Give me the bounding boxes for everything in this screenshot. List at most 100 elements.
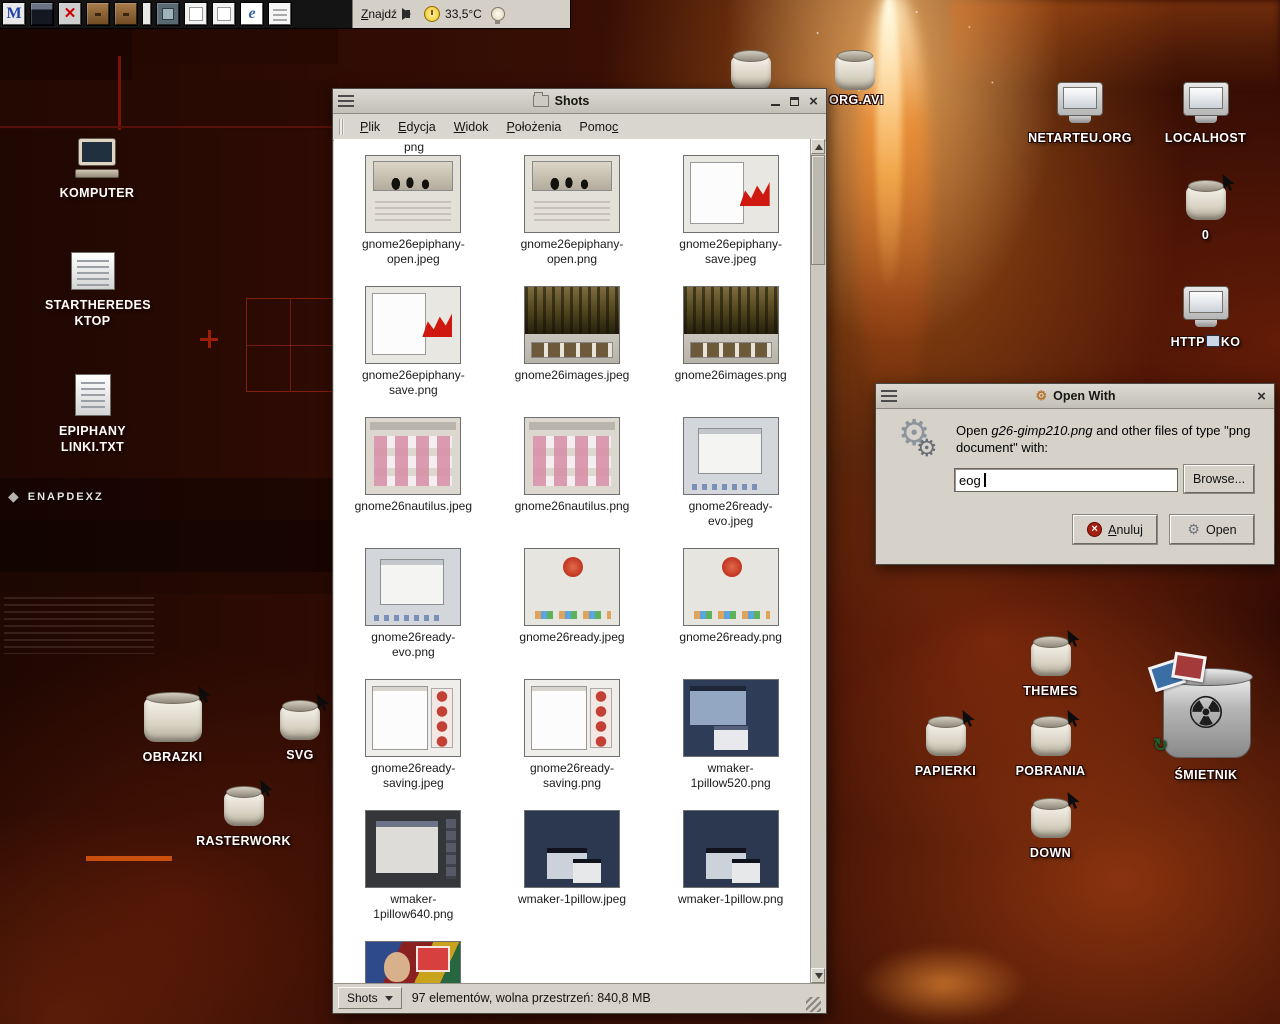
drawer-icon[interactable]	[86, 2, 110, 26]
desktop-icon-label: 0	[1178, 227, 1233, 243]
find-menu[interactable]: Znajdź	[361, 7, 397, 21]
shots-window: Shots Plik Edycja Widok Położenia Pomoc …	[332, 88, 827, 1014]
file-name: gnome26ready-saving.png	[513, 761, 631, 791]
desktop-icon-label-orgavi[interactable]: ORG.AVI	[829, 93, 884, 107]
dialog-titlebar[interactable]: Open With	[876, 384, 1274, 409]
scroll-up-arrow[interactable]	[811, 139, 825, 154]
file-thumbnail	[524, 417, 620, 495]
open-button[interactable]: Open	[1170, 515, 1254, 544]
file-item[interactable]: gnome26images.jpeg	[497, 286, 647, 405]
file-thumbnail	[365, 679, 461, 757]
desktop-icon-enapdexz[interactable]: ENAPDEXZ	[8, 488, 104, 506]
window-launcher-icon[interactable]	[184, 2, 208, 26]
window-menu-icon[interactable]	[881, 390, 897, 402]
close-button[interactable]	[806, 94, 821, 109]
minimize-button[interactable]	[768, 94, 783, 109]
mini-window-icon	[1206, 335, 1220, 347]
file-item[interactable]: gnome26ready-saving.jpeg	[338, 679, 488, 798]
shots-titlebar[interactable]: Shots	[333, 89, 826, 114]
close-button[interactable]	[1254, 389, 1269, 404]
file-item[interactable]: gnome26epiphany-save.png	[338, 286, 488, 405]
file-item[interactable]: gnome26ready-evo.jpeg	[656, 417, 806, 536]
desktop-icon-jar-top2[interactable]	[832, 50, 878, 90]
terminal-launcher-icon[interactable]	[30, 2, 54, 26]
file-name: gnome26epiphany-save.png	[354, 368, 472, 398]
file-item[interactable]: gnome26ready.jpeg	[497, 548, 647, 667]
file-item[interactable]: wmaker-1pillow520.png	[656, 679, 806, 798]
folder-jar-icon	[224, 792, 264, 826]
desktop-icon-komputer[interactable]: KOMPUTER	[52, 138, 142, 201]
location-combo[interactable]: Shots	[338, 987, 402, 1009]
menu-plik[interactable]: Plik	[352, 117, 388, 137]
lightbulb-icon[interactable]	[491, 7, 505, 21]
file-item[interactable]: gnome26nautilus.png	[497, 417, 647, 536]
desktop-icon-themes[interactable]: THEMES	[1008, 636, 1093, 699]
desktop-icon-localhost[interactable]: LOCALHOST	[1158, 78, 1253, 146]
file-name: wmaker-1pillow.png	[672, 892, 790, 907]
file-item[interactable]	[338, 941, 488, 983]
file-item[interactable]: gnome26ready.png	[656, 548, 806, 667]
file-item[interactable]: wmaker-1pillow.png	[656, 810, 806, 929]
menu-edycja[interactable]: Edycja	[390, 117, 444, 137]
desktop-icon-jar-top1[interactable]	[728, 50, 774, 90]
file-item[interactable]: gnome26epiphany-save.jpeg	[656, 155, 806, 274]
desktop-icon-papierki[interactable]: PAPIERKI	[903, 716, 988, 779]
desktop-icon-svg[interactable]: SVG	[272, 700, 328, 763]
desktop-icon-epiphany-linki[interactable]: EPIPHANY LINKI.TXT	[45, 374, 140, 456]
volume-applet[interactable]	[406, 8, 415, 20]
file-thumbnail	[365, 548, 461, 626]
desktop-icon-startheredesktop[interactable]: STARTHEREDES KTOP	[45, 252, 140, 330]
text-caret	[984, 473, 986, 487]
file-item[interactable]: gnome26ready-evo.png	[338, 548, 488, 667]
file-name: gnome26nautilus.jpeg	[354, 499, 472, 514]
file-item[interactable]: wmaker-1pillow640.png	[338, 810, 488, 929]
wallpaper-block	[0, 80, 338, 130]
window-launcher-icon[interactable]	[212, 2, 236, 26]
desktop-icon-rasterwork[interactable]: RASTERWORK	[196, 786, 291, 849]
desktop-icon-trash[interactable]: ☢ ↻ ŚMIETNIK	[1140, 660, 1272, 783]
scroll-down-arrow[interactable]	[811, 968, 825, 983]
resize-grip[interactable]	[806, 997, 821, 1012]
window-menu-icon[interactable]	[338, 95, 354, 107]
menu-grip[interactable]	[339, 119, 344, 135]
file-thumbnail	[365, 941, 461, 983]
epiphany-browser-icon[interactable]: e	[240, 2, 264, 26]
desktop-icon-down[interactable]: DOWN	[1008, 798, 1093, 861]
browse-button[interactable]: Browse...	[1184, 465, 1254, 493]
desktop-icon-obrazki[interactable]: OBRAZKI	[130, 692, 215, 765]
drawer-icon[interactable]	[114, 2, 138, 26]
file-item[interactable]: gnome26images.png	[656, 286, 806, 405]
desktop-icon-zero[interactable]: 0	[1178, 180, 1233, 243]
document-launcher-icon[interactable]	[268, 2, 292, 26]
desktop-icon-httpko[interactable]: HTTPKO	[1158, 282, 1253, 350]
desktop-icon-pobrania[interactable]: POBRANIA	[1008, 716, 1093, 779]
application-input[interactable]	[954, 468, 1178, 492]
file-item[interactable]: gnome26nautilus.jpeg	[338, 417, 488, 536]
xkill-launcher-icon[interactable]: ✕	[58, 2, 82, 26]
menu-widok[interactable]: Widok	[446, 117, 497, 137]
file-item[interactable]: gnome26epiphany-open.png	[497, 155, 647, 274]
menu-pomoc[interactable]: Pomoc	[571, 117, 626, 137]
wallpaper-line	[0, 126, 338, 128]
file-item[interactable]: gnome26epiphany-open.jpeg	[338, 155, 488, 274]
cancel-button[interactable]: Anuluj	[1073, 515, 1157, 544]
wallpaper-band	[0, 572, 332, 594]
screenshot-tool-icon[interactable]	[156, 2, 180, 26]
launcher-strip-icon[interactable]	[142, 2, 152, 26]
file-item[interactable]: gnome26ready-saving.png	[497, 679, 647, 798]
scrollbar-thumb[interactable]	[811, 155, 825, 265]
file-item[interactable]: wmaker-1pillow.jpeg	[497, 810, 647, 929]
cancel-icon	[1087, 522, 1102, 537]
recycle-icon: ↻	[1153, 735, 1168, 756]
folder-jar-icon	[1031, 722, 1071, 756]
desktop-icon-netarteu[interactable]: NETARTEU.ORG	[1022, 78, 1138, 146]
gears-icon	[1035, 388, 1047, 404]
vertical-scrollbar[interactable]	[810, 139, 825, 983]
maximize-button[interactable]	[787, 94, 802, 109]
dialog-title: Open With	[1053, 389, 1115, 403]
weather-applet[interactable]: 33,5°C	[424, 6, 482, 22]
menu-polozenia[interactable]: Położenia	[498, 117, 569, 137]
emacs-launcher-icon[interactable]: M	[2, 2, 26, 26]
open-with-dialog: Open With Open g26-gimp210.png and other…	[875, 383, 1275, 565]
folder-jar-icon	[926, 722, 966, 756]
